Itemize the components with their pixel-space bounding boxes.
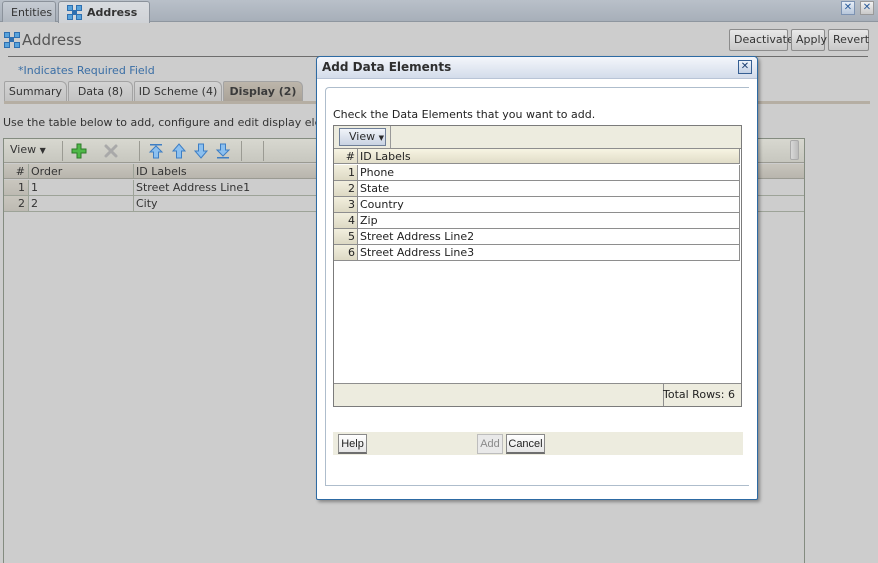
row-number: 1	[334, 165, 358, 180]
apply-button[interactable]: Apply	[791, 29, 827, 51]
view-menu[interactable]: View ▼	[10, 143, 46, 156]
chevron-down-icon: ▼	[39, 146, 46, 155]
add-icon[interactable]	[71, 143, 87, 159]
dialog-instruction: Check the Data Elements that you want to…	[333, 108, 596, 121]
cancel-button[interactable]: Cancel	[506, 434, 545, 454]
display-instructions: Use the table below to add, configure an…	[3, 116, 317, 129]
table-row[interactable]: 6 Street Address Line3	[334, 245, 740, 261]
row-label: Zip	[360, 214, 378, 227]
tab-data[interactable]: Data (8)	[68, 81, 133, 101]
row-label: Country	[360, 198, 404, 211]
add-button[interactable]: Add	[477, 434, 503, 454]
toolbar-separator	[62, 141, 63, 161]
data-elements-table: View ▼ # ID Labels 1 Phone 2 State 3 Cou…	[333, 125, 742, 407]
toolbar-separator	[241, 141, 242, 161]
row-label: Street Address Line3	[360, 246, 475, 259]
row-order: 2	[29, 196, 134, 211]
tab-address-label: Address	[87, 6, 138, 19]
move-up-icon[interactable]	[171, 143, 187, 159]
dialog-title-bar[interactable]: Add Data Elements ✕	[317, 57, 757, 79]
dialog-table-toolbar: View ▼	[334, 126, 741, 149]
close-icon: ✕	[843, 2, 853, 13]
table-row[interactable]: 2 State	[334, 181, 740, 197]
row-label: Phone	[360, 166, 395, 179]
dialog-table-footer: Total Rows: 6	[334, 383, 741, 406]
dialog-body: Check the Data Elements that you want to…	[325, 87, 749, 486]
entity-icon	[67, 5, 82, 20]
toolbar-separator	[263, 141, 264, 161]
row-number: 4	[334, 213, 358, 228]
row-number: 2	[334, 181, 358, 196]
delete-icon[interactable]	[103, 143, 119, 159]
move-bottom-icon[interactable]	[215, 143, 231, 159]
table-row[interactable]: 1 Phone	[334, 165, 740, 181]
row-number: 5	[334, 229, 358, 244]
tab-entities-label: Entities	[11, 6, 53, 19]
move-down-icon[interactable]	[193, 143, 209, 159]
dialog-close-button[interactable]: ✕	[738, 60, 752, 74]
row-label: Street Address Line2	[360, 230, 475, 243]
dialog-view-menu[interactable]: View ▼	[339, 128, 386, 146]
chevron-down-icon: ▼	[378, 134, 384, 142]
move-top-icon[interactable]	[148, 143, 164, 159]
entity-icon	[4, 32, 20, 48]
close-all-tabs-button[interactable]: ✕	[860, 1, 874, 15]
dialog-table-header: # ID Labels	[334, 149, 740, 164]
total-rows: Total Rows: 6	[663, 388, 735, 401]
column-header-number: #	[4, 164, 29, 178]
row-number: 3	[334, 197, 358, 212]
table-row[interactable]: 5 Street Address Line2	[334, 229, 740, 245]
toolbar-separator	[390, 126, 391, 148]
close-tab-button[interactable]: ✕	[841, 1, 855, 15]
page-title: Address	[4, 31, 82, 49]
column-header-id-labels[interactable]: ID Labels	[358, 149, 411, 163]
tab-id-scheme[interactable]: ID Scheme (4)	[134, 81, 222, 101]
revert-button[interactable]: Revert	[828, 29, 869, 51]
table-row[interactable]: 3 Country	[334, 197, 740, 213]
column-resize-handle[interactable]	[790, 140, 799, 160]
toolbar-separator	[139, 141, 140, 161]
tab-address[interactable]: Address	[58, 1, 150, 23]
row-number: 1	[4, 180, 29, 195]
row-order: 1	[29, 180, 134, 195]
top-tab-strip: Entities Address ✕ ✕	[0, 0, 878, 23]
view-menu-label: View	[10, 143, 37, 156]
help-button[interactable]: Help	[338, 434, 367, 454]
required-field-note: *Indicates Required Field	[18, 64, 155, 77]
row-number: 2	[4, 196, 29, 211]
dialog-view-label: View	[349, 130, 376, 143]
close-icon: ✕	[740, 61, 750, 72]
row-label: State	[360, 182, 390, 195]
add-data-elements-dialog: Add Data Elements ✕ Check the Data Eleme…	[316, 56, 758, 500]
column-header-order[interactable]: Order	[29, 164, 134, 178]
page-title-text: Address	[22, 31, 82, 49]
dialog-title: Add Data Elements	[322, 60, 452, 74]
dialog-button-bar: Help Add Cancel	[333, 432, 743, 455]
tab-summary[interactable]: Summary	[4, 81, 67, 101]
row-number: 6	[334, 245, 358, 260]
close-all-icon: ✕	[862, 2, 872, 13]
table-row[interactable]: 4 Zip	[334, 213, 740, 229]
deactivate-button[interactable]: Deactivate	[729, 29, 794, 51]
tab-display[interactable]: Display (2)	[223, 81, 303, 101]
column-header-number: #	[334, 149, 358, 163]
tab-entities[interactable]: Entities	[2, 1, 56, 22]
